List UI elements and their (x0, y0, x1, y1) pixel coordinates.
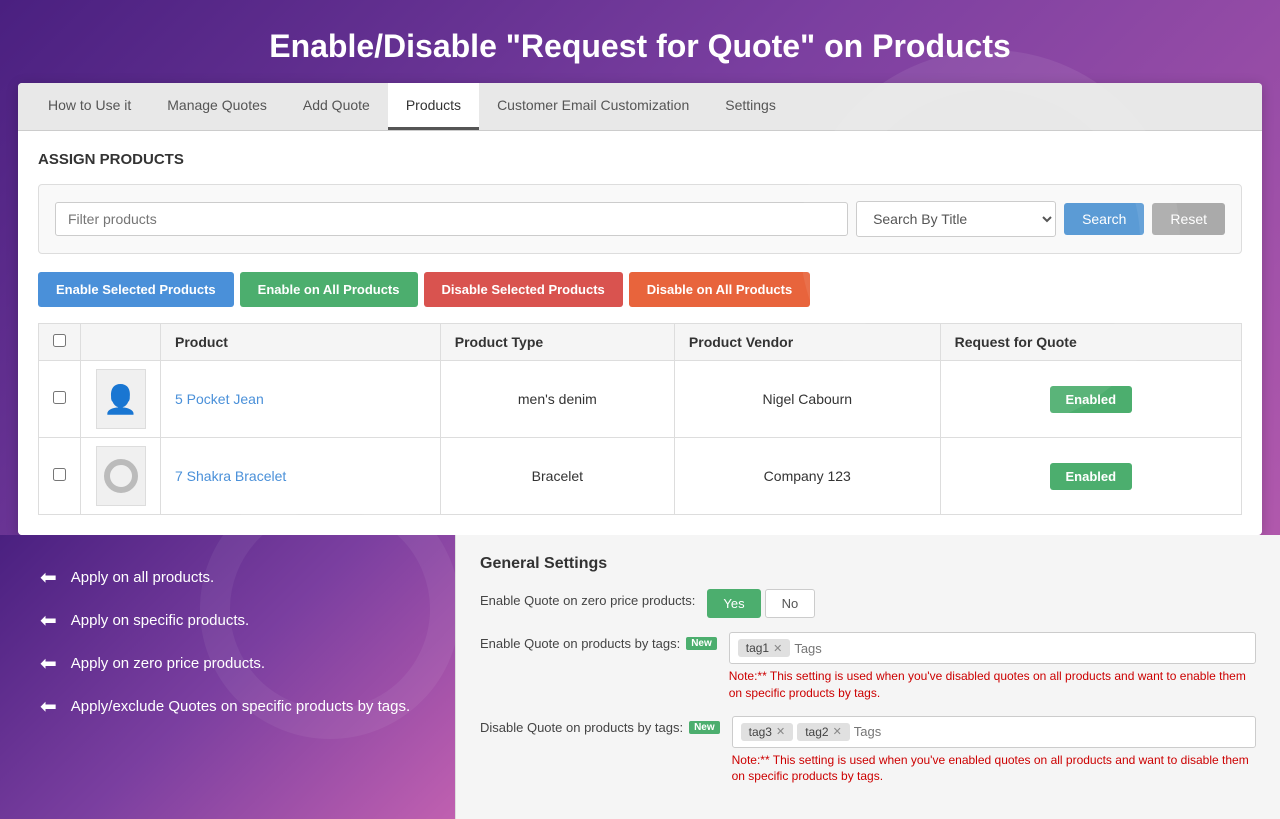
rfq-status-cell: Enabled (940, 438, 1241, 515)
tab-how-to-use[interactable]: How to Use it (30, 83, 149, 130)
main-card: How to Use it Manage Quotes Add Quote Pr… (18, 83, 1262, 535)
settings-label: Enable Quote on products by tags:New (480, 632, 717, 651)
col-vendor: Product Vendor (674, 324, 940, 361)
tag-chip: tag1 ✕ (738, 639, 791, 657)
arrow-icon: ⬅ (40, 608, 57, 633)
feature-text: Apply on specific products. (71, 612, 249, 629)
action-buttons: Enable Selected Products Enable on All P… (38, 272, 1242, 307)
tab-add-quote[interactable]: Add Quote (285, 83, 388, 130)
settings-note: Note:** This setting is used when you've… (729, 668, 1256, 702)
select-all-checkbox[interactable] (53, 334, 66, 347)
col-product: Product (161, 324, 441, 361)
rfq-status-cell: Enabled (940, 361, 1241, 438)
tab-manage-quotes[interactable]: Manage Quotes (149, 83, 285, 130)
products-table: Product Product Type Product Vendor Requ… (38, 323, 1242, 515)
feature-text: Apply/exclude Quotes on specific product… (71, 698, 410, 715)
feature-text: Apply on zero price products. (71, 655, 265, 672)
col-image (81, 324, 161, 361)
tab-products[interactable]: Products (388, 83, 479, 130)
product-thumbnail: 👤 (96, 369, 146, 429)
enable-selected-button[interactable]: Enable Selected Products (38, 272, 234, 307)
products-content: ASSIGN PRODUCTS Search By Title Search R… (18, 131, 1262, 535)
search-by-select[interactable]: Search By Title (856, 201, 1056, 237)
feature-text: Apply on all products. (71, 569, 214, 586)
settings-row-1: Enable Quote on products by tags:New tag1… (480, 632, 1256, 702)
tags-input[interactable]: tag3 ✕tag2 ✕ (732, 716, 1256, 748)
tags-text-input[interactable] (794, 641, 970, 656)
section-title: ASSIGN PRODUCTS (38, 151, 1242, 168)
status-badge: Enabled (1050, 386, 1133, 413)
settings-label: Enable Quote on zero price products: (480, 589, 695, 608)
features-panel: ⬅ Apply on all products. ⬅ Apply on specifi… (0, 535, 455, 819)
product-vendor-cell: Nigel Cabourn (674, 361, 940, 438)
table-row: 7 Shakra Bracelet BraceletCompany 123 Enab… (39, 438, 1242, 515)
tags-field-group: tag1 ✕ Note:** This setting is used when … (729, 632, 1256, 702)
tab-customer-email[interactable]: Customer Email Customization (479, 83, 707, 130)
tag-chip: tag3 ✕ (741, 723, 794, 741)
settings-row-0: Enable Quote on zero price products: YesN… (480, 589, 1256, 618)
disable-selected-button[interactable]: Disable Selected Products (424, 272, 623, 307)
search-button[interactable]: Search (1064, 203, 1144, 235)
remove-tag-icon[interactable]: ✕ (773, 642, 782, 655)
reset-button[interactable]: Reset (1152, 203, 1225, 235)
row-checkbox[interactable] (53, 391, 66, 404)
product-name-link[interactable]: 7 Shakra Bracelet (175, 468, 286, 484)
ring-icon (104, 459, 138, 493)
arrow-icon: ⬅ (40, 565, 57, 590)
product-vendor-cell: Company 123 (674, 438, 940, 515)
settings-title: General Settings (480, 555, 1256, 573)
remove-tag-icon[interactable]: ✕ (776, 725, 785, 738)
settings-note: Note:** This setting is used when you've… (732, 752, 1256, 786)
disable-all-button[interactable]: Disable on All Products (629, 272, 810, 307)
tags-field-group: tag3 ✕tag2 ✕ Note:** This setting is used… (732, 716, 1256, 786)
row-checkbox[interactable] (53, 468, 66, 481)
product-thumbnail (96, 446, 146, 506)
arrow-icon: ⬅ (40, 694, 57, 719)
status-badge: Enabled (1050, 463, 1133, 490)
product-type-cell: men's denim (440, 361, 674, 438)
feature-item: ⬅ Apply on zero price products. (40, 651, 425, 676)
search-bar: Search By Title Search Reset (38, 184, 1242, 254)
page-title: Enable/Disable "Request for Quote" on Pr… (0, 0, 1280, 83)
yes-button[interactable]: Yes (707, 589, 760, 618)
settings-row-2: Disable Quote on products by tags:New tag… (480, 716, 1256, 786)
table-row: 👤 5 Pocket Jean men's denimNigel Cabourn En… (39, 361, 1242, 438)
col-rfq: Request for Quote (940, 324, 1241, 361)
remove-tag-icon[interactable]: ✕ (833, 725, 842, 738)
no-button[interactable]: No (765, 589, 816, 618)
product-name-link[interactable]: 5 Pocket Jean (175, 391, 264, 407)
new-badge: New (686, 637, 717, 650)
filter-products-input[interactable] (55, 202, 848, 236)
settings-label: Disable Quote on products by tags:New (480, 716, 720, 735)
tags-input[interactable]: tag1 ✕ (729, 632, 1256, 664)
tags-text-input[interactable] (854, 724, 1030, 739)
product-type-cell: Bracelet (440, 438, 674, 515)
tabs-bar: How to Use it Manage Quotes Add Quote Pr… (18, 83, 1262, 131)
feature-item: ⬅ Apply/exclude Quotes on specific produc… (40, 694, 425, 719)
bottom-section: ⬅ Apply on all products. ⬅ Apply on specifi… (0, 535, 1280, 819)
feature-item: ⬅ Apply on all products. (40, 565, 425, 590)
feature-item: ⬅ Apply on specific products. (40, 608, 425, 633)
col-checkbox (39, 324, 81, 361)
arrow-icon: ⬅ (40, 651, 57, 676)
tag-chip: tag2 ✕ (797, 723, 850, 741)
new-badge: New (689, 721, 720, 734)
tab-settings[interactable]: Settings (707, 83, 794, 130)
enable-all-button[interactable]: Enable on All Products (240, 272, 418, 307)
yes-no-group: YesNo (707, 589, 815, 618)
settings-panel: General Settings Enable Quote on zero pr… (455, 535, 1280, 819)
col-product-type: Product Type (440, 324, 674, 361)
